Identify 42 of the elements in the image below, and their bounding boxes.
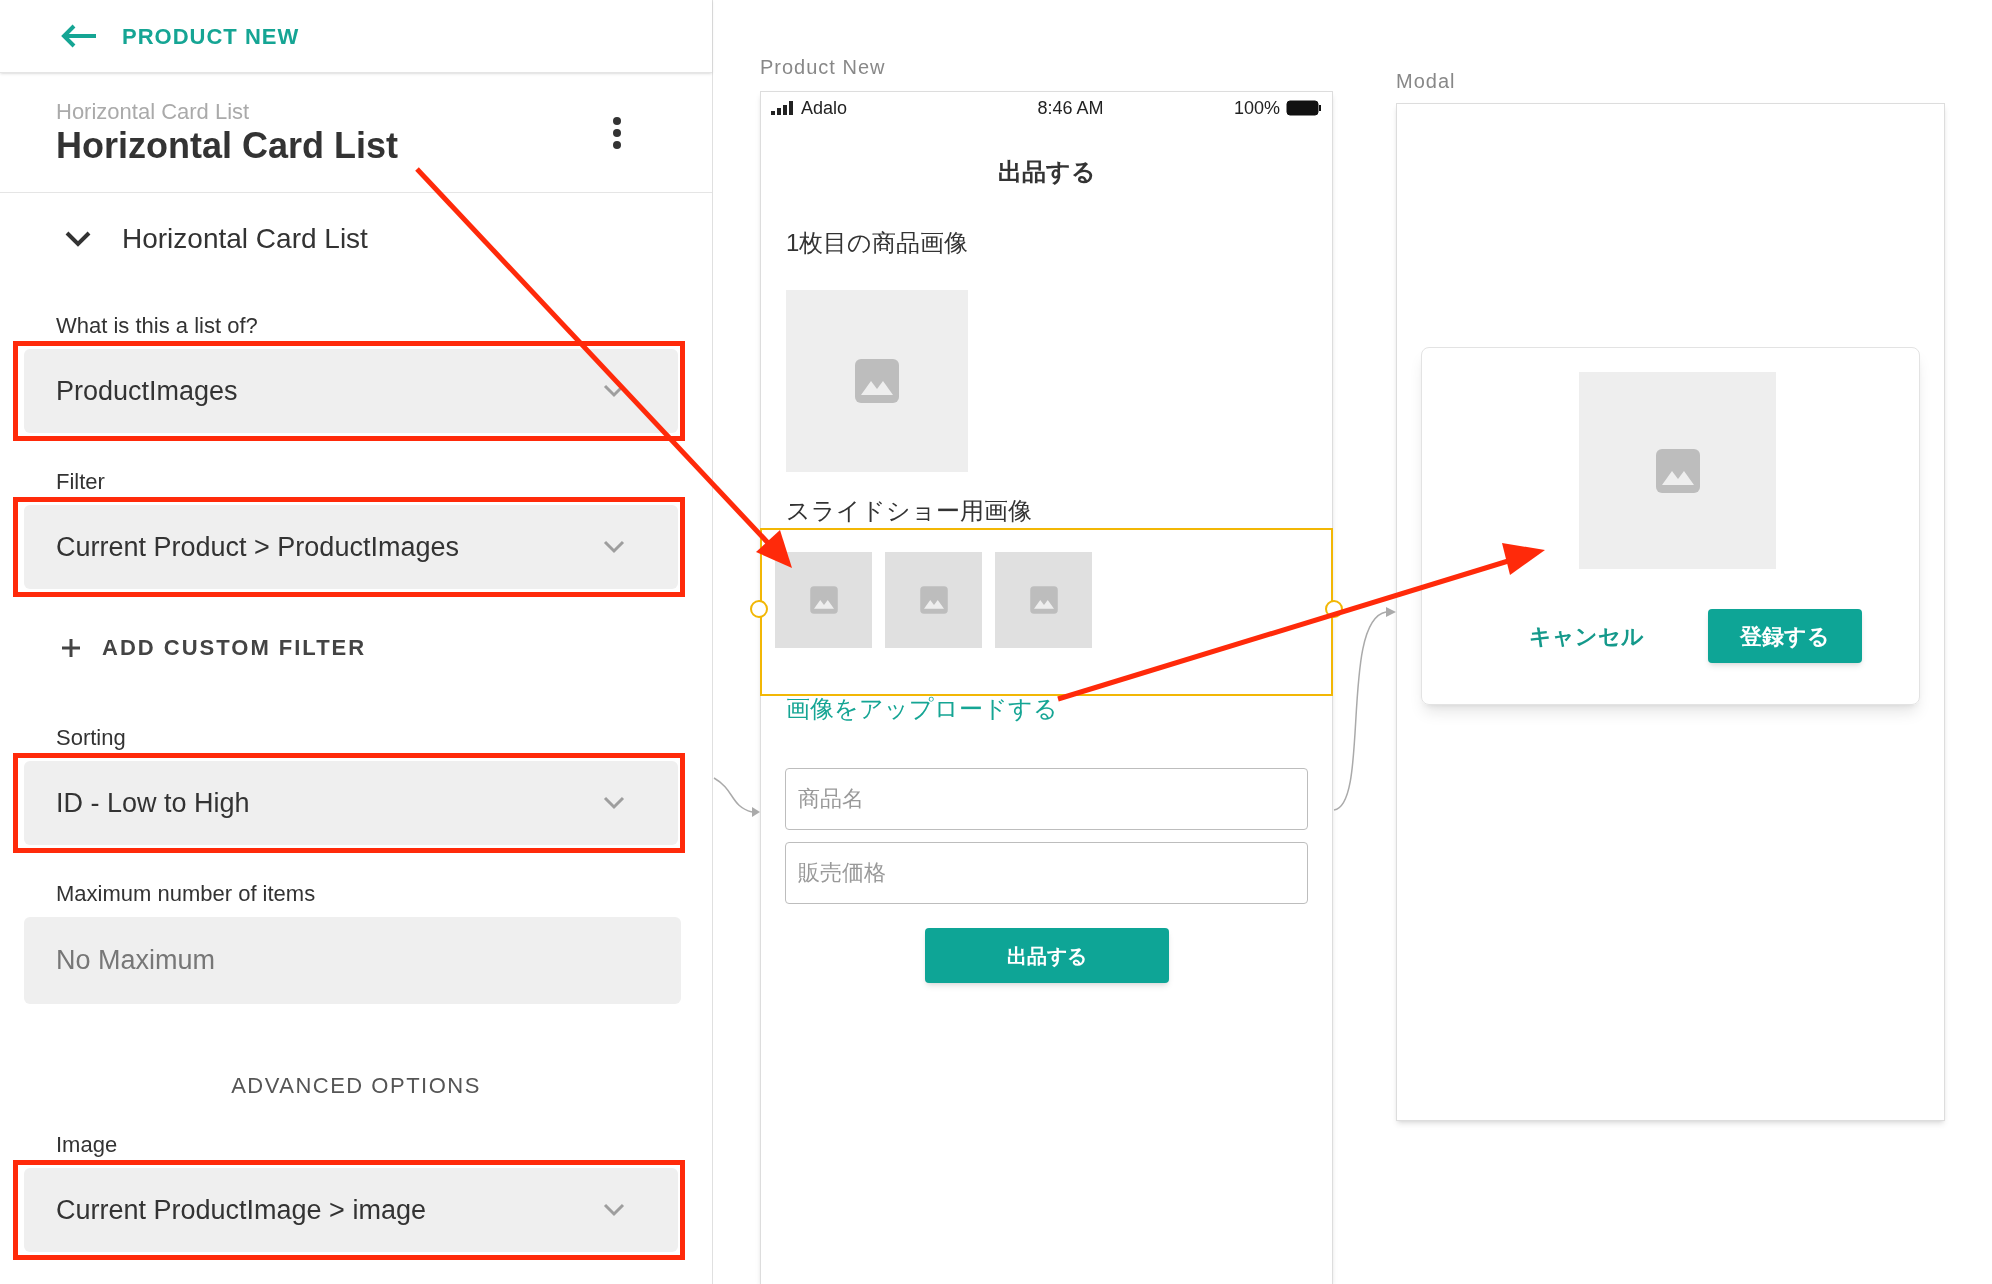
battery-percent: 100% [1233, 96, 1280, 120]
chevron-down-icon [602, 539, 626, 555]
plus-icon [60, 636, 82, 659]
text-input[interactable]: 販売価格 [785, 842, 1308, 904]
screen-label: Modal [1396, 70, 1456, 92]
chevron-down-icon [602, 795, 626, 811]
text-input[interactable]: 商品名 [785, 768, 1308, 830]
dropdown-field[interactable]: ID - Low to High [24, 761, 678, 845]
dropdown-field[interactable]: ProductImages [24, 349, 678, 433]
image-icon [918, 585, 949, 615]
image-icon [853, 357, 901, 405]
battery-icon [1286, 100, 1322, 116]
image-icon [808, 585, 839, 615]
field-label: Sorting [56, 724, 127, 752]
status-time: 8:46 AM [1037, 96, 1104, 120]
resize-handle[interactable] [750, 600, 768, 618]
chevron-down-icon [602, 1202, 626, 1218]
cancel-button[interactable]: キャンセル [1519, 619, 1654, 653]
more-options-icon[interactable] [612, 115, 622, 150]
carrier-name: Adalo [801, 96, 848, 120]
section-toggle[interactable]: Horizontal Card List [64, 218, 368, 260]
signal-icon [771, 101, 793, 115]
image-label: 1枚目の商品画像 [786, 228, 969, 258]
slideshow-label: スライドショー用画像 [786, 496, 1032, 526]
screen-title: 出品する [997, 157, 1096, 187]
screen-label: Product New [760, 56, 886, 78]
image-icon [1028, 585, 1059, 615]
component-subtitle: Horizontal Card List [56, 98, 251, 125]
connector-line [713, 777, 760, 817]
field-label: Maximum number of items [56, 880, 317, 908]
field-label: Filter [56, 468, 106, 496]
back-arrow-icon [60, 24, 98, 48]
dropdown-field[interactable]: Current ProductImage > image [24, 1168, 678, 1252]
input-field[interactable]: No Maximum [24, 917, 681, 1004]
dropdown-field[interactable]: Current Product > ProductImages [24, 505, 678, 589]
card-list[interactable] [760, 528, 1333, 696]
add-filter-button[interactable]: ADD CUSTOM FILTER [60, 631, 367, 664]
component-title: Horizontal Card List [56, 124, 399, 167]
field-label: What is this a list of? [56, 312, 259, 340]
image-icon [1653, 446, 1702, 495]
section-heading: ADVANCED OPTIONS [231, 1072, 481, 1100]
field-label: Image [56, 1131, 119, 1159]
